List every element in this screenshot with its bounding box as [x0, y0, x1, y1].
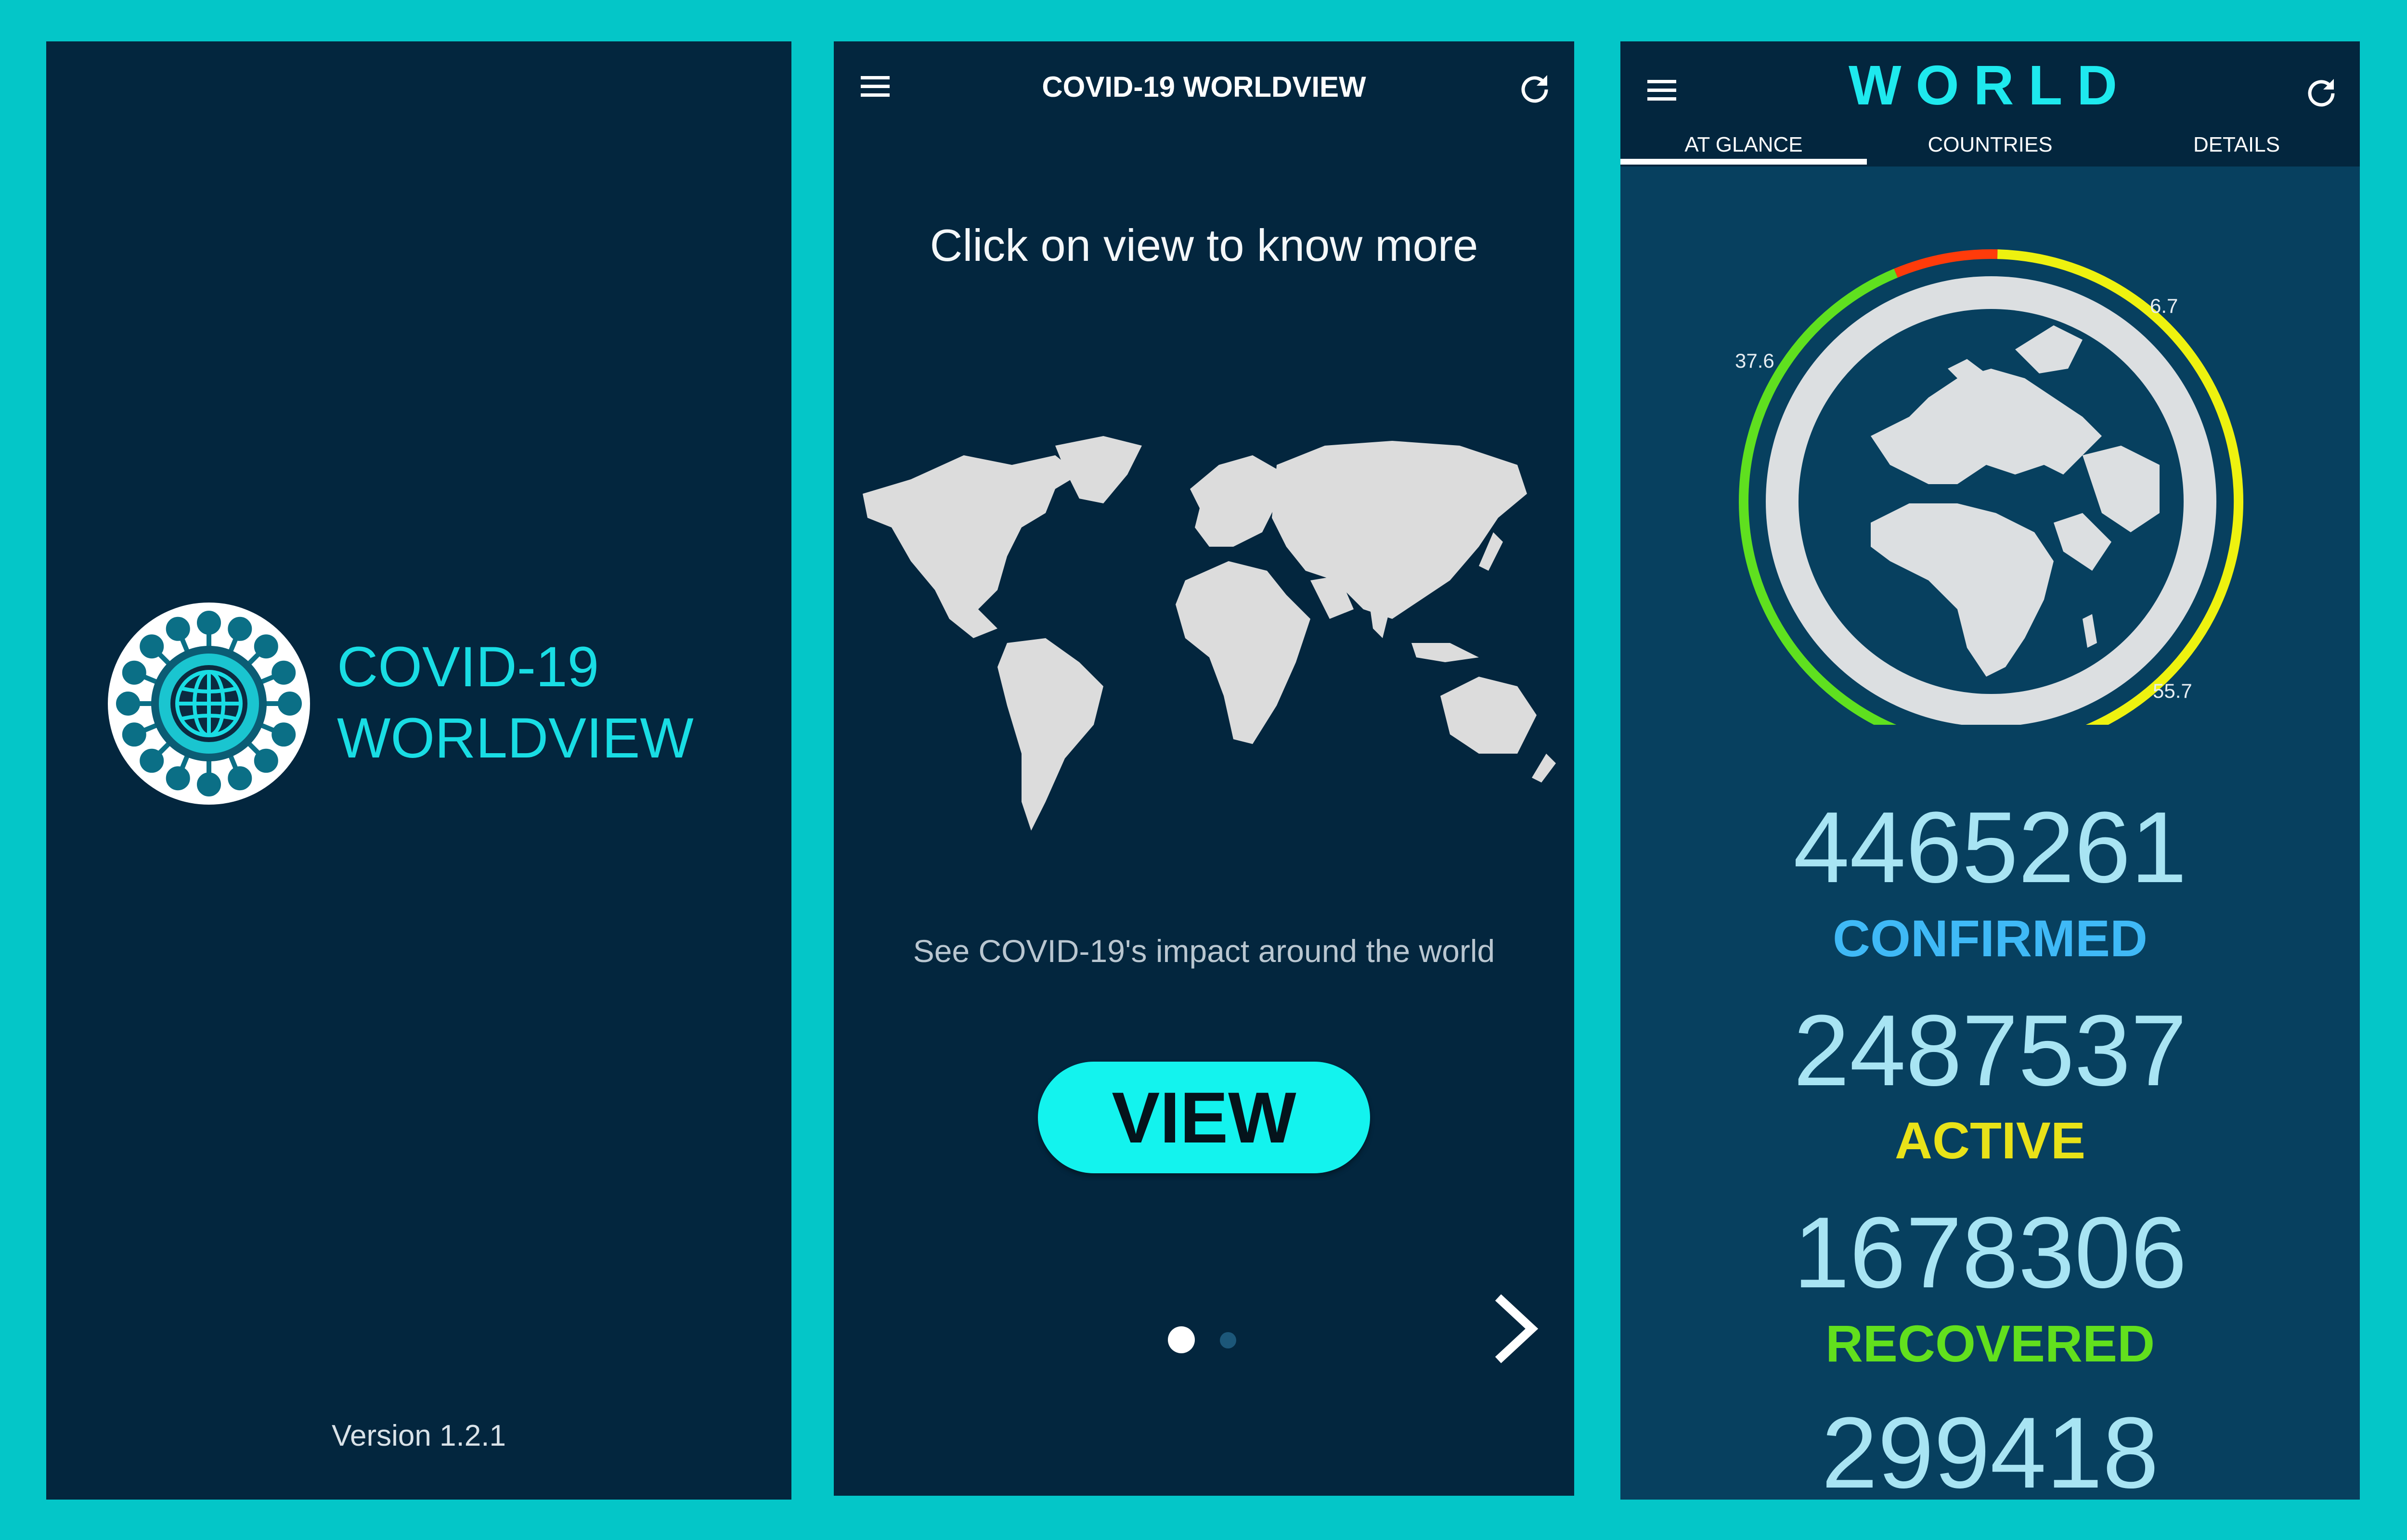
app-title-line2: WORLDVIEW	[337, 706, 694, 770]
refresh-icon[interactable]	[2306, 76, 2337, 107]
headline: Click on view to know more	[930, 220, 1478, 270]
world-title: WORLD	[1848, 54, 2132, 116]
tab-at-glance[interactable]: AT GLANCE	[1620, 133, 1867, 157]
onboarding-screen: COVID-19 WORLDVIEW Click on view to know…	[834, 41, 1574, 1496]
ring-label-yellow: 55.7	[2153, 680, 2192, 702]
world-header: WORLD AT GLANCE COUNTRIES DETAILS	[1620, 41, 2360, 167]
active-count: 2487537	[1793, 994, 2187, 1107]
virus-spike	[228, 616, 252, 641]
virus-spike	[272, 722, 296, 747]
active-label: ACTIVE	[1894, 1111, 2086, 1169]
virus-spike	[197, 611, 221, 635]
page-indicator-dot	[1220, 1332, 1236, 1348]
deaths-count: 299418	[1821, 1396, 2159, 1500]
refresh-icon[interactable]	[1519, 72, 1550, 103]
ring-label-green: 37.6	[1735, 349, 1774, 372]
recovered-count: 1678306	[1793, 1196, 2187, 1309]
virus-spike	[228, 766, 252, 791]
chevron-right-icon[interactable]	[1488, 1293, 1541, 1365]
confirmed-count: 4465261	[1793, 791, 2187, 904]
world-screen: WORLD AT GLANCE COUNTRIES DETAILS 37.6 6…	[1620, 41, 2360, 1500]
tab-selected-indicator	[1620, 159, 1867, 165]
confirmed-label: CONFIRMED	[1833, 909, 2148, 967]
recovered-label: RECOVERED	[1825, 1314, 2155, 1373]
virus-globe-icon	[108, 603, 310, 805]
world-ring-chart	[1739, 249, 2243, 725]
version-label: Version 1.2.1	[332, 1419, 506, 1452]
ring-label-red: 6.7	[2150, 295, 2178, 317]
app-title-line1: COVID-19	[337, 635, 599, 699]
virus-spike	[122, 722, 146, 747]
splash-screen: COVID-19 WORLDVIEW Version 1.2.1	[46, 41, 791, 1500]
virus-spike	[272, 660, 296, 685]
virus-spike	[166, 766, 190, 791]
tab-details[interactable]: DETAILS	[2113, 133, 2360, 157]
app-title: COVID-19 WORLDVIEW	[337, 631, 694, 774]
ring-segment-1	[1894, 249, 1998, 278]
virus-spike	[254, 634, 278, 659]
virus-spike	[140, 748, 164, 773]
virus-spike	[140, 634, 164, 659]
world-map-image	[863, 436, 1556, 831]
toolbar-title: COVID-19 WORLDVIEW	[1042, 71, 1366, 103]
subtext: See COVID-19's impact around the world	[913, 933, 1495, 969]
virus-spike	[278, 692, 302, 716]
virus-spike	[122, 660, 146, 685]
virus-spike	[166, 616, 190, 641]
view-button[interactable]: VIEW	[1038, 1062, 1370, 1173]
virus-spike	[254, 748, 278, 773]
virus-spike	[116, 692, 140, 716]
page-indicator-dot-active	[1168, 1326, 1195, 1353]
tab-countries[interactable]: COUNTRIES	[1867, 133, 2113, 157]
virus-spike	[197, 772, 221, 796]
